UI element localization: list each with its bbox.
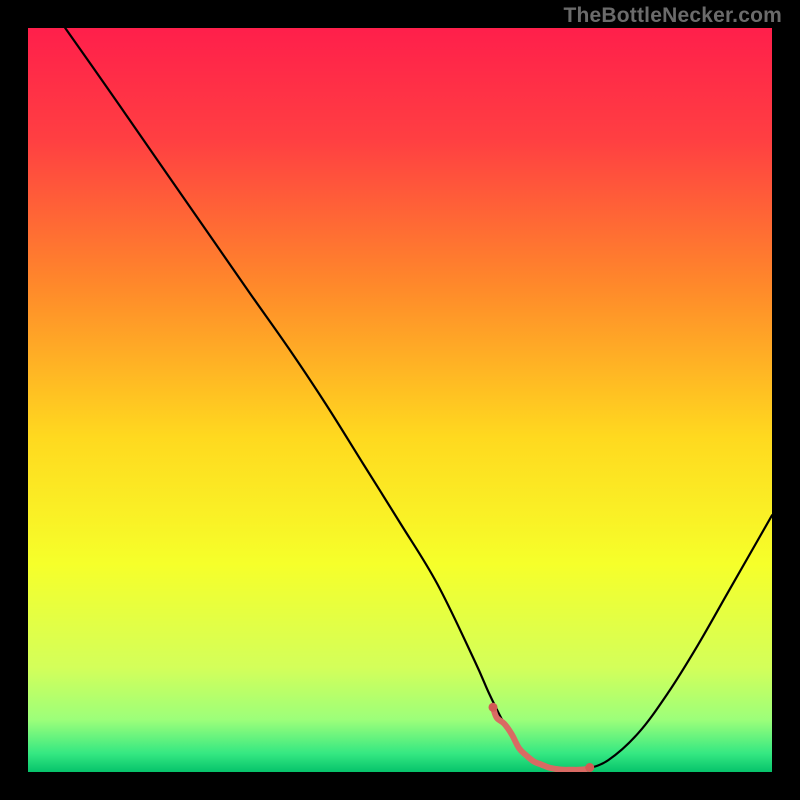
highlight-end-marker [585, 763, 594, 772]
plot-area [28, 28, 772, 772]
chart-container: TheBottleNecker.com [0, 0, 800, 800]
watermark-label: TheBottleNecker.com [563, 4, 782, 28]
gradient-background [28, 28, 772, 772]
bottleneck-chart-svg [28, 28, 772, 772]
highlight-start-marker [489, 703, 498, 712]
